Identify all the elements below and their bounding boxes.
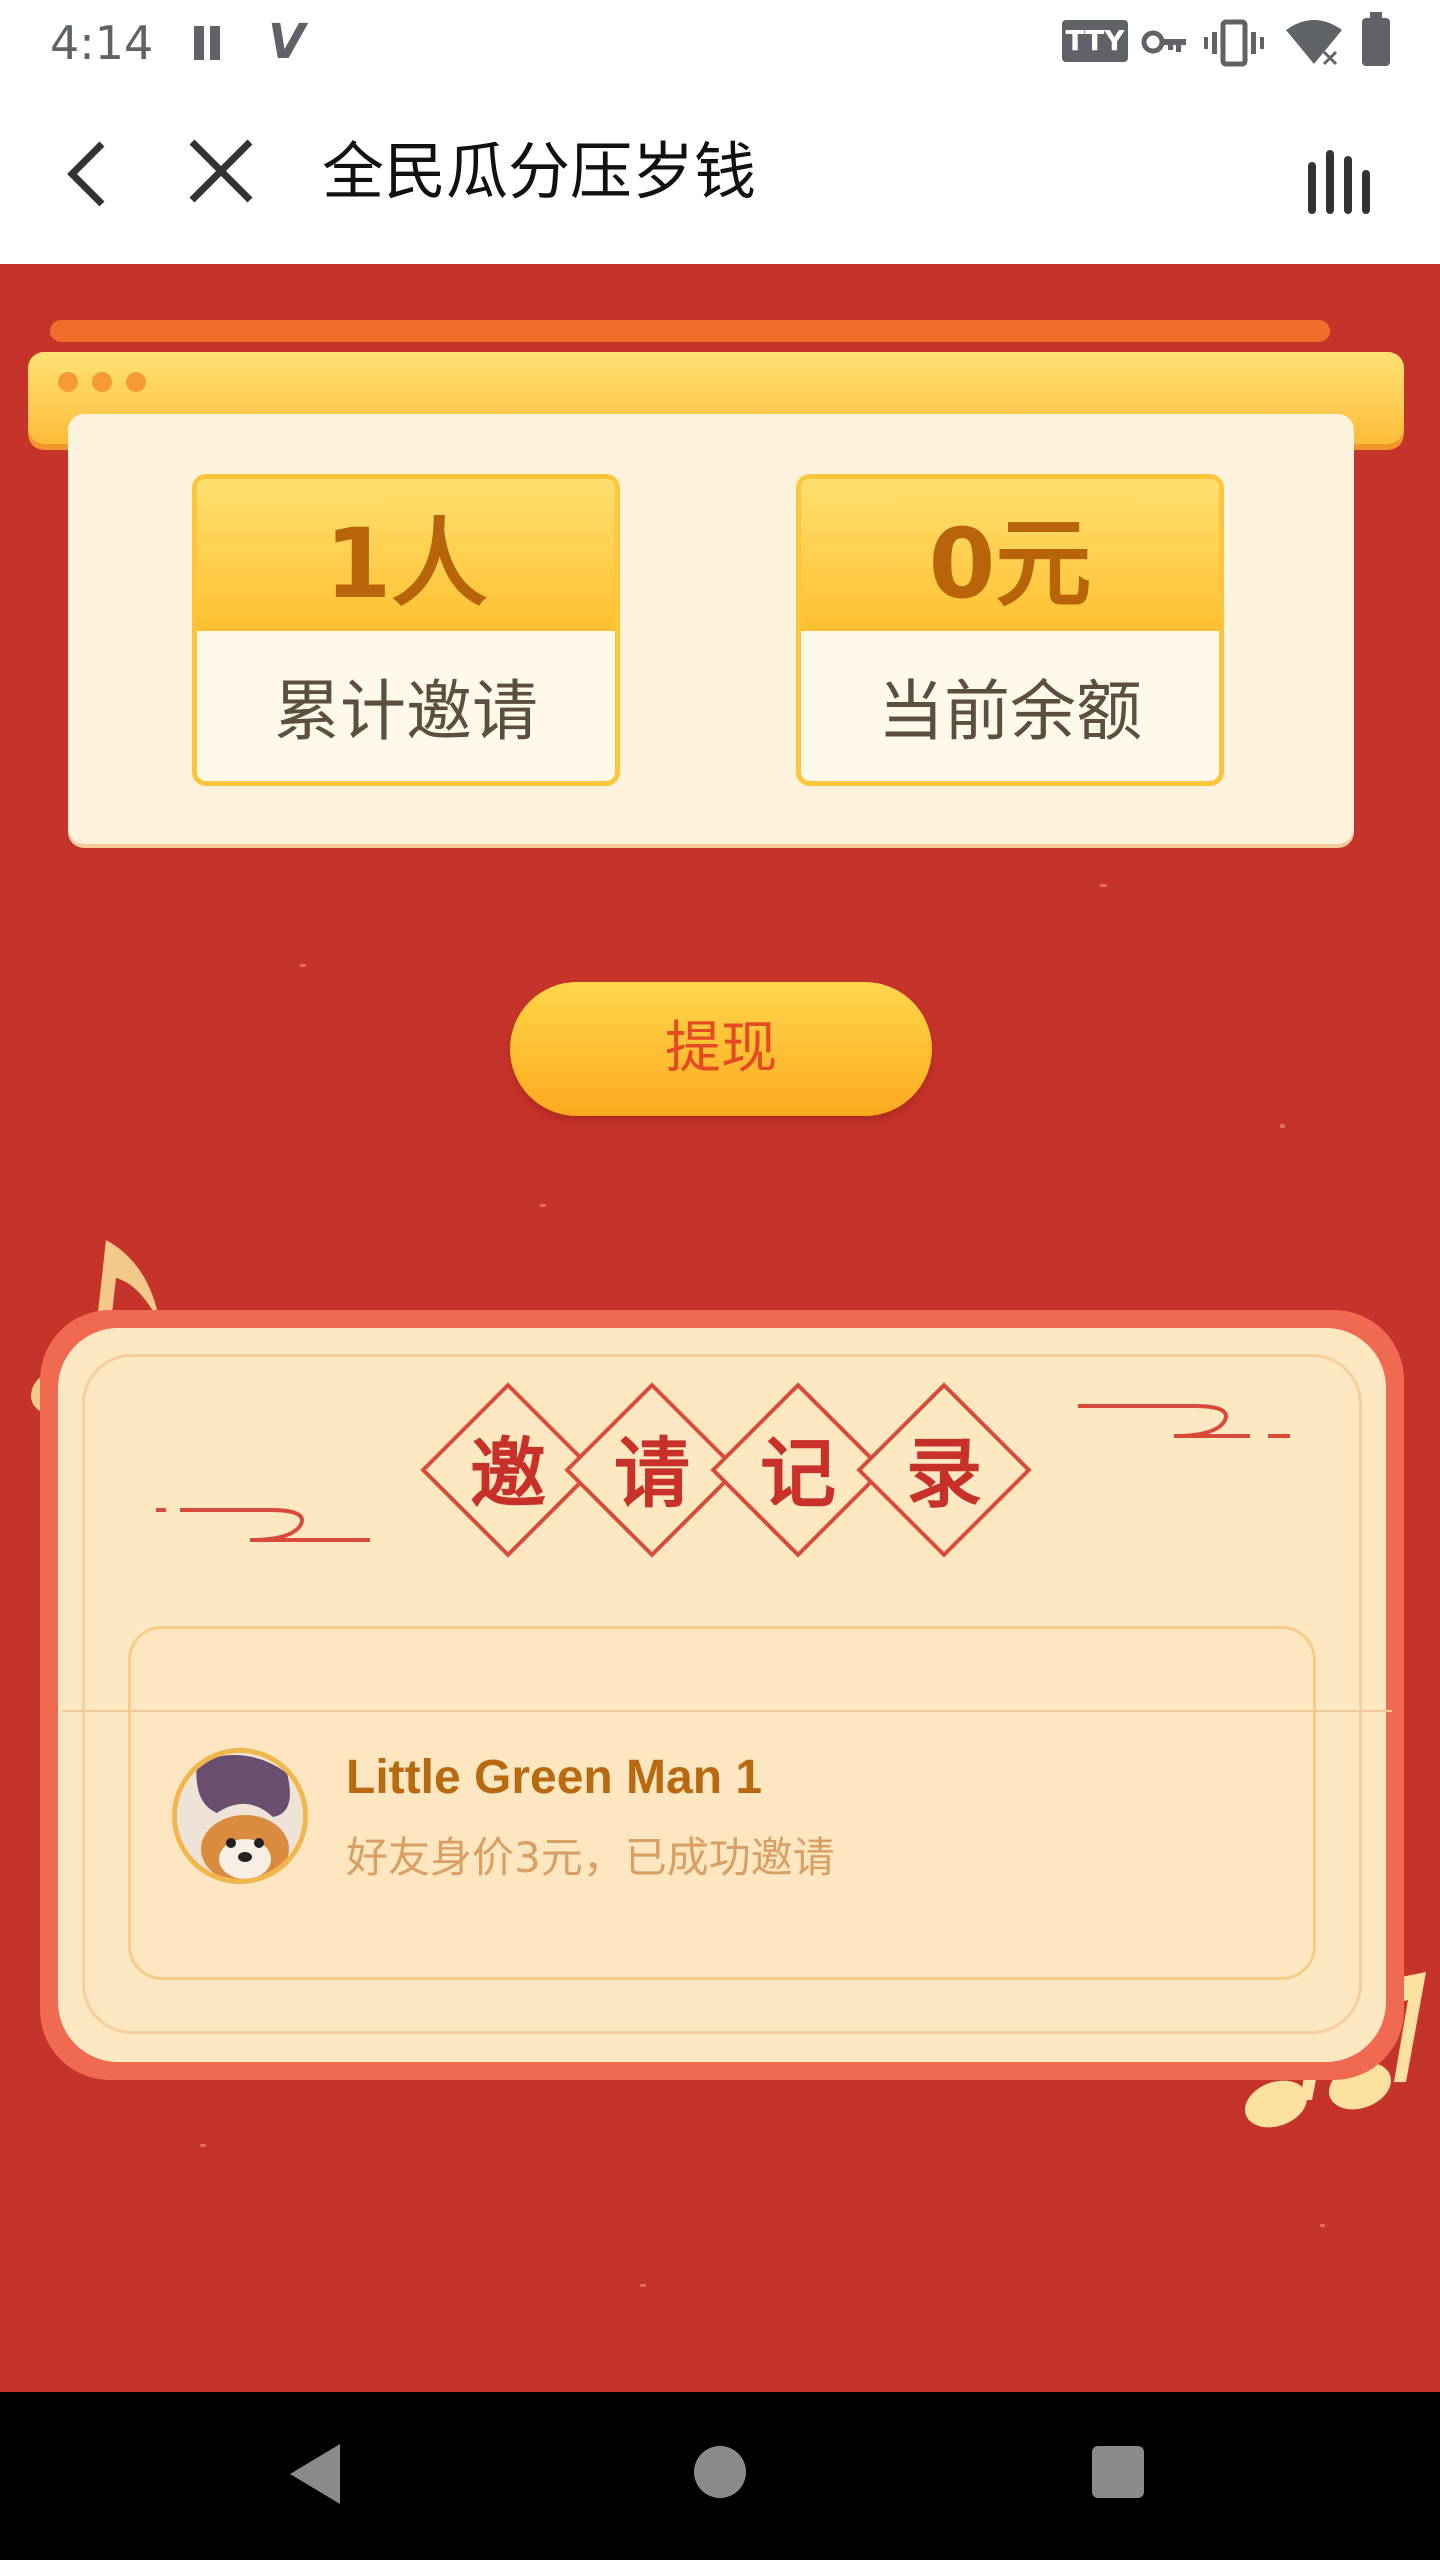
- stats-card: 1人 累计邀请 0元 当前余额: [68, 414, 1354, 844]
- decor-dot: [92, 372, 112, 392]
- decor-speck: [640, 2284, 646, 2287]
- decor-speck: [1280, 1124, 1285, 1128]
- decor-speck: [540, 1204, 546, 1207]
- nav-recents-icon[interactable]: [1092, 2446, 1144, 2498]
- avatar: [172, 1748, 308, 1884]
- withdraw-button[interactable]: 提现: [510, 982, 932, 1116]
- battery-icon: [1362, 12, 1390, 66]
- decor-speck: [200, 2144, 206, 2147]
- records-heading-char: 录: [906, 1429, 982, 1518]
- key-icon: [1140, 22, 1188, 72]
- decor-dot: [58, 372, 78, 392]
- status-time: 4:14: [50, 16, 154, 70]
- close-icon: [189, 139, 253, 203]
- record-name: Little Green Man 1: [346, 1751, 763, 1804]
- divider: [62, 1710, 1392, 1712]
- back-button[interactable]: [56, 134, 126, 214]
- decor-speck: [1100, 884, 1107, 887]
- stat-value: 0元: [928, 507, 1092, 620]
- decor-speck: [300, 964, 306, 967]
- stat-value: 1人: [324, 507, 488, 620]
- tty-icon: TTY: [1062, 20, 1128, 62]
- title-bar: 全民瓜分压岁钱: [0, 84, 1440, 264]
- menu-button[interactable]: [1300, 142, 1384, 222]
- page-title: 全民瓜分压岁钱: [322, 135, 757, 208]
- close-button[interactable]: [186, 136, 256, 212]
- wifi-icon: [1284, 18, 1344, 72]
- card-header-rail: [50, 320, 1330, 342]
- decor-speck: [1320, 2224, 1325, 2227]
- nav-home-icon[interactable]: [694, 2446, 746, 2498]
- stat-value-band: 1人: [197, 479, 615, 631]
- stat-value-band: 0元: [801, 479, 1219, 631]
- stat-balance: 0元 当前余额: [796, 474, 1224, 786]
- bars-menu-icon: [1308, 150, 1370, 214]
- stat-label: 当前余额: [878, 673, 1142, 750]
- record-desc: 好友身价3元，已成功邀请: [346, 1833, 835, 1882]
- v-icon: V: [268, 14, 306, 70]
- status-bar: 4:14 V TTY: [0, 0, 1440, 84]
- cloud-decor-left: [156, 1508, 370, 1542]
- decor-dot: [126, 372, 146, 392]
- cloud-decor-right: [1078, 1404, 1290, 1438]
- stat-invites: 1人 累计邀请: [192, 474, 620, 786]
- system-nav-bar: [0, 2392, 1440, 2560]
- vibrate-icon: [1204, 18, 1264, 72]
- chevron-left-icon: [67, 141, 105, 207]
- nav-back-icon[interactable]: [290, 2444, 340, 2504]
- main-content: 1人 累计邀请 0元 当前余额 提现 邀 请 记 录 Little Green …: [0, 264, 1440, 2392]
- stat-label: 累计邀请: [274, 673, 538, 750]
- pause-icon: [192, 26, 222, 60]
